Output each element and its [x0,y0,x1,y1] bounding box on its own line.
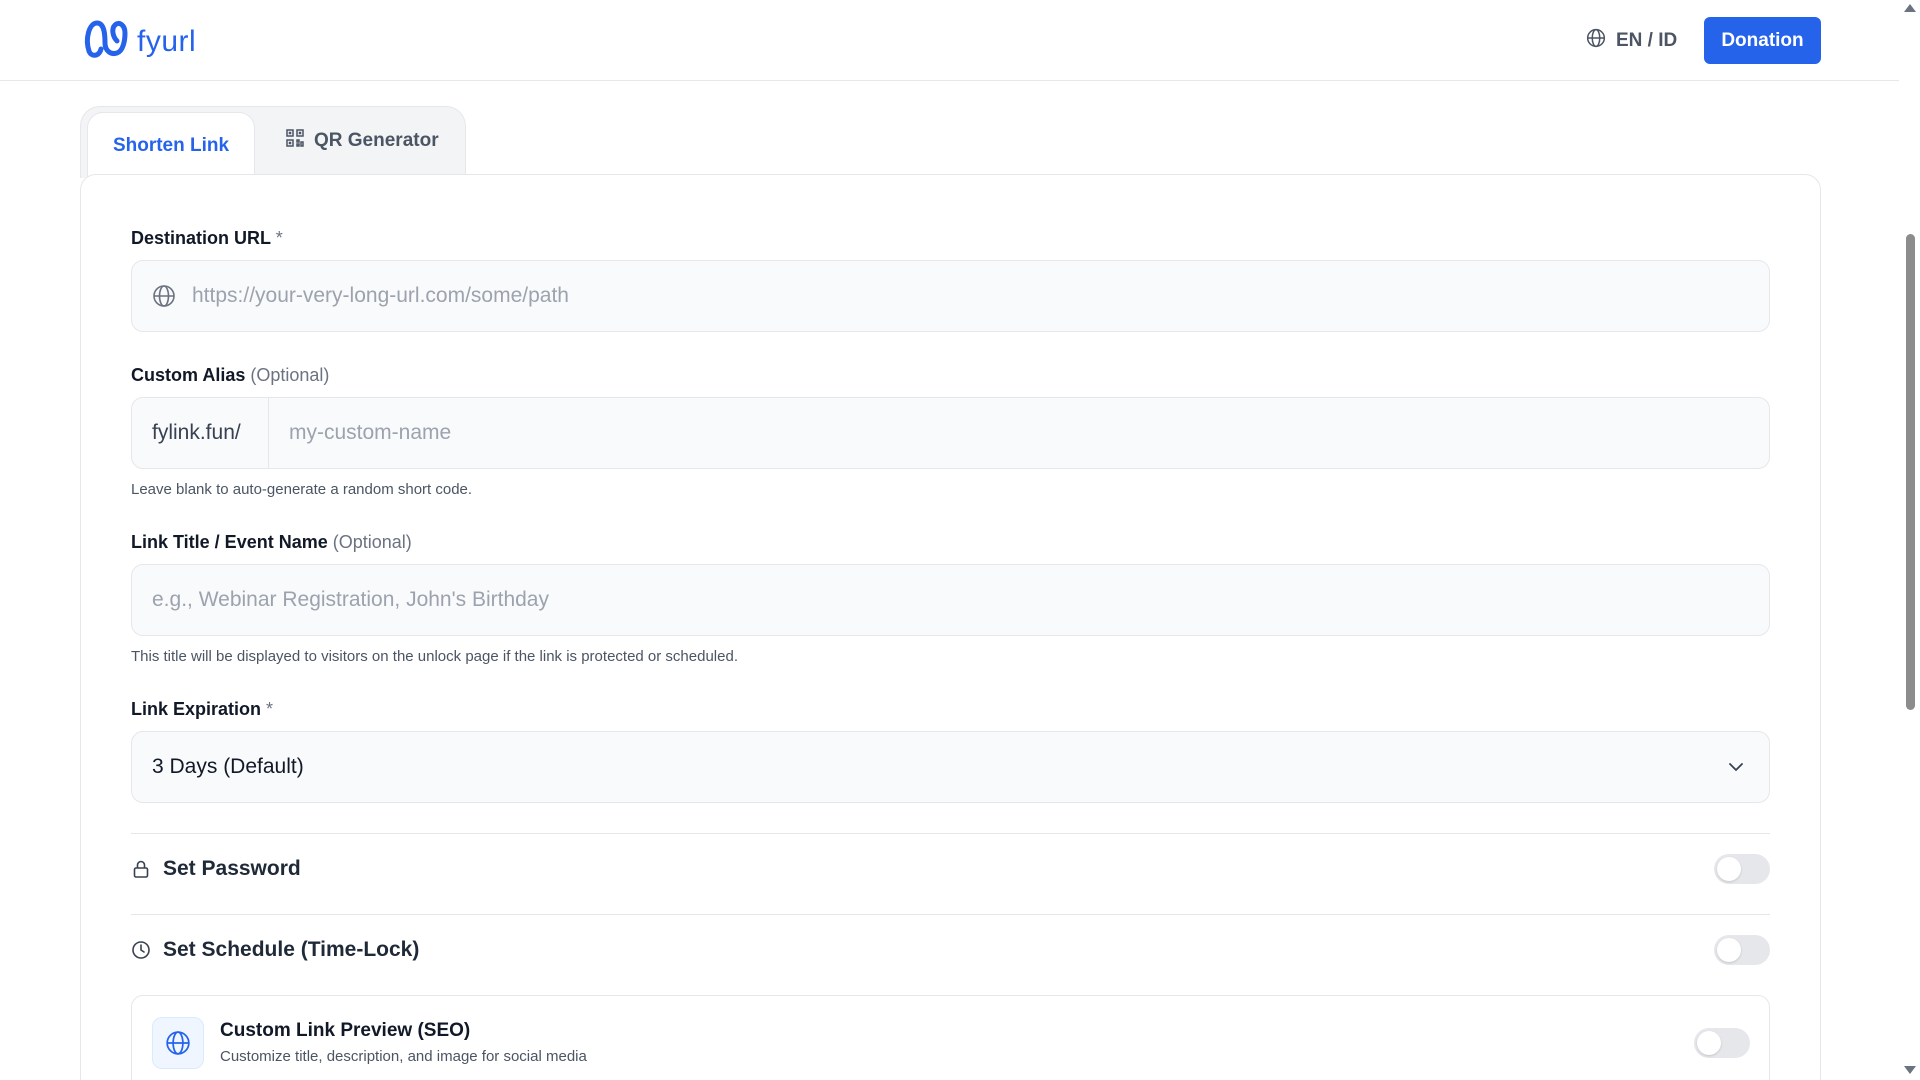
set-password-toggle[interactable] [1714,854,1770,884]
set-schedule-toggle[interactable] [1714,935,1770,965]
logo[interactable]: fyurl [83,17,196,66]
link-title-label: Link Title / Event Name (Optional) [131,532,412,552]
scrollbar-thumb[interactable] [1906,234,1915,710]
set-password-label: Set Password [163,857,301,880]
link-title-input[interactable]: e.g., Webinar Registration, John's Birth… [131,564,1770,636]
logo-icon [83,17,131,66]
seo-title: Custom Link Preview (SEO) [220,1020,471,1041]
custom-alias-label: Custom Alias (Optional) [131,365,330,385]
page-scrollbar[interactable] [1899,0,1920,1080]
tab-shorten-link[interactable]: Shorten Link [87,112,255,179]
lock-icon [131,859,151,879]
link-expiration-select[interactable]: 3 Days (Default) [131,731,1770,803]
language-label: EN / ID [1616,30,1678,51]
set-schedule-label: Set Schedule (Time-Lock) [163,938,420,961]
tab-label: Shorten Link [112,135,230,156]
globe-icon [152,284,176,308]
divider [131,833,1770,834]
destination-url-placeholder: https://your-very-long-url.com/some/path [192,284,569,307]
language-switcher[interactable]: EN / ID [1586,28,1677,54]
link-title-hint: This title will be displayed to visitors… [131,648,738,665]
custom-alias-placeholder: my-custom-name [289,421,452,444]
tab-label: QR Generator [314,130,439,151]
seo-toggle[interactable] [1694,1028,1750,1058]
custom-link-preview-section: Custom Link Preview (SEO) Customize titl… [131,995,1770,1080]
toggle-knob [1717,857,1741,881]
scroll-up-arrow-icon[interactable] [1904,4,1916,12]
seo-description: Customize title, description, and image … [220,1048,587,1065]
custom-alias-field[interactable]: fylink.fun/ my-custom-name [131,397,1770,469]
set-password-row: Set Password [131,857,301,881]
toggle-knob [1717,938,1741,962]
globe-icon [1586,28,1606,54]
toggle-knob [1697,1031,1721,1055]
destination-url-label: Destination URL * [131,228,283,248]
top-header: fyurl EN / ID Donation [0,0,1899,81]
clock-icon [131,940,151,960]
chevron-down-icon [1727,758,1745,776]
globe-icon [152,1017,204,1069]
alias-domain-prefix: fylink.fun/ [132,398,269,468]
donation-button[interactable]: Donation [1704,17,1821,64]
link-expiration-value: 3 Days (Default) [152,755,304,778]
divider [131,914,1770,915]
qr-code-icon [286,129,304,153]
logo-text: fyurl [137,24,197,58]
destination-url-input[interactable]: https://your-very-long-url.com/some/path [131,260,1770,332]
custom-alias-hint: Leave blank to auto-generate a random sh… [131,481,473,498]
link-title-placeholder: e.g., Webinar Registration, John's Birth… [152,588,549,611]
tab-bar: Shorten Link QR Generator [80,106,466,179]
set-schedule-row: Set Schedule (Time-Lock) [131,938,419,962]
link-expiration-label: Link Expiration * [131,699,274,719]
scroll-down-arrow-icon[interactable] [1904,1066,1916,1074]
tab-qr-generator[interactable]: QR Generator [286,129,439,153]
